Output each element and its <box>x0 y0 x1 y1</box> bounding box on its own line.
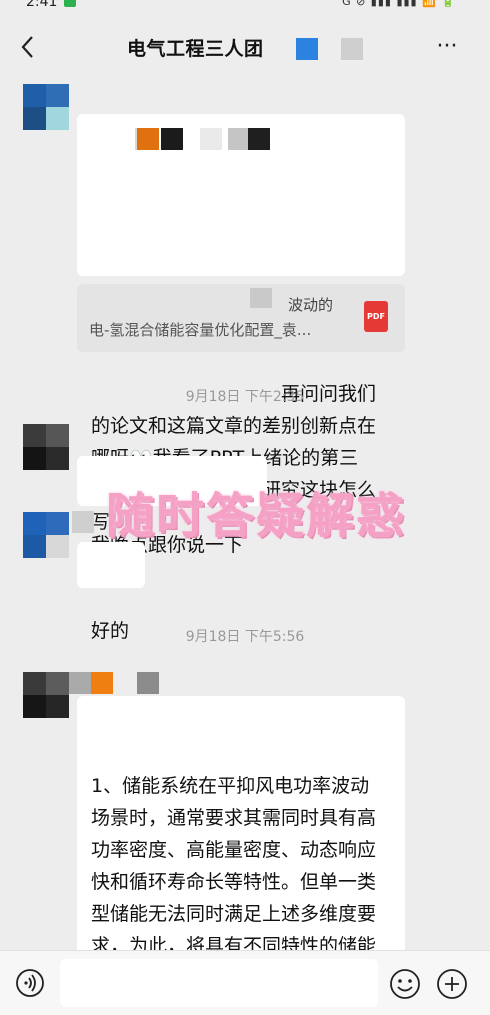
avatar[interactable] <box>23 424 69 470</box>
blurred-text <box>248 128 270 150</box>
avatar[interactable] <box>23 512 69 558</box>
message-text: 1、储能系统在平抑风电功率波动 场景时，通常要求其需同时具有高 功率密度、高能量… <box>91 775 377 950</box>
blurred-title-fragment <box>341 38 363 60</box>
chat-header: 电气工程三人团 ··· <box>0 22 490 74</box>
blurred-text <box>137 672 159 694</box>
blurred-text <box>161 128 183 150</box>
avatar[interactable] <box>23 672 69 718</box>
message-bubble[interactable]: 好的 <box>77 542 145 642</box>
message-bubble[interactable]: 再问问我们 的论文和这篇文章的差别创新点在 哪呀👀我看了PPT上绪论的第三 点，… <box>77 114 405 533</box>
wechat-status-icon <box>64 0 76 7</box>
more-options-icon[interactable]: ··· <box>432 32 462 62</box>
message-input[interactable] <box>60 959 378 1007</box>
pdf-icon: PDF <box>364 301 388 332</box>
message-bubble[interactable]: 1、储能系统在平抑风电功率波动 场景时，通常要求其需同时具有高 功率密度、高能量… <box>77 696 405 950</box>
blurred-text <box>250 288 272 308</box>
status-icons: G ⊘ ▮▮▮ ▮▮▮ 📶 🔋 <box>342 0 456 8</box>
status-bar: 2:41 G ⊘ ▮▮▮ ▮▮▮ 📶 🔋 <box>0 0 490 14</box>
input-bar <box>0 950 490 1015</box>
file-title: 电-氢混合储能容量优化配置_袁... <box>89 321 312 339</box>
voice-icon[interactable] <box>15 968 45 998</box>
avatar[interactable] <box>23 84 69 130</box>
chevron-left-icon[interactable] <box>18 32 38 62</box>
blurred-title-fragment <box>296 38 318 60</box>
blurred-text <box>228 128 250 150</box>
file-card[interactable]: 波动的 电-氢混合储能容量优化配置_袁... PDF <box>77 284 405 352</box>
watermark: 随时答疑解惑 <box>106 488 407 544</box>
status-time: 2:41 <box>26 0 58 10</box>
timestamp: 9月18日 下午5:56 <box>185 629 305 645</box>
blurred-text <box>91 672 113 694</box>
blurred-text <box>69 672 91 694</box>
plus-icon[interactable] <box>436 968 468 1000</box>
blurred-text <box>72 511 94 533</box>
file-title: 波动的 <box>287 296 333 314</box>
emoji-icon[interactable] <box>389 968 421 1000</box>
timestamp: 9月18日 下午2:35 <box>185 389 305 405</box>
blurred-text <box>200 128 222 150</box>
chat-title: 电气工程三人团 <box>127 38 264 60</box>
blurred-text <box>137 128 159 150</box>
